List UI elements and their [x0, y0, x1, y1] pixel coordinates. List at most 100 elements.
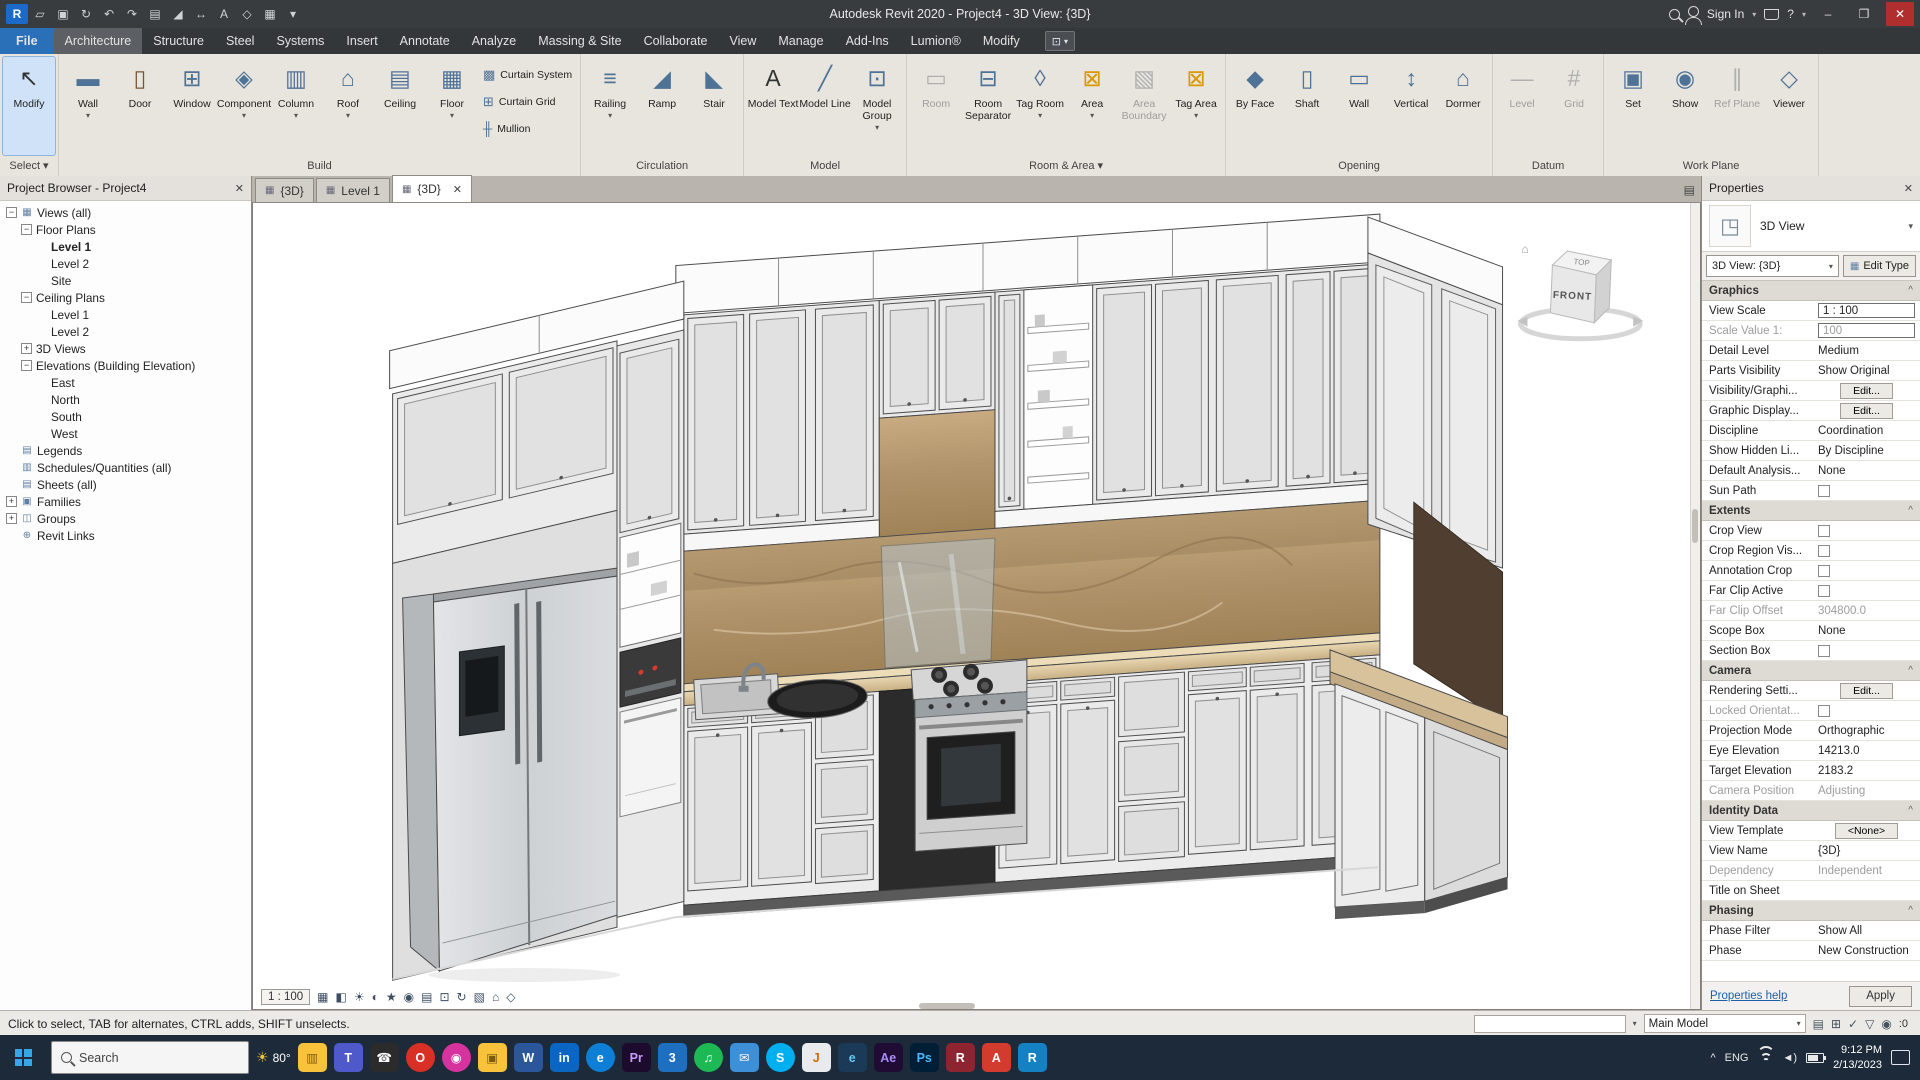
- door-button[interactable]: ▯ Door: [114, 57, 166, 155]
- ribbon-display-toggle[interactable]: ⊡ ▾: [1044, 31, 1075, 51]
- tree-expander-icon[interactable]: −: [21, 360, 32, 371]
- properties-close-icon[interactable]: ✕: [1904, 182, 1913, 195]
- action-center-icon[interactable]: [1891, 1050, 1910, 1065]
- view-control-icon-3[interactable]: ☀: [354, 990, 365, 1004]
- show-button[interactable]: ◉ Show: [1659, 57, 1711, 155]
- taskbar-app-word-viewer[interactable]: 3: [657, 1043, 687, 1072]
- view-cube[interactable]: TOP FRONT ⌂: [1517, 242, 1644, 342]
- undo-icon[interactable]: ↶: [98, 4, 120, 24]
- 3d-view-icon[interactable]: ◇: [236, 4, 258, 24]
- view-tab-level-1[interactable]: ▦ Level 1: [315, 178, 390, 202]
- worksets-field[interactable]: [1473, 1014, 1626, 1033]
- tab-view[interactable]: View: [719, 28, 768, 54]
- tab-annotate[interactable]: Annotate: [389, 28, 461, 54]
- room-button[interactable]: ▭ Room: [910, 57, 962, 155]
- tree-item-site[interactable]: Site: [0, 272, 251, 289]
- taskbar-app-after-effects[interactable]: Ae: [873, 1043, 903, 1072]
- status-icon-2[interactable]: ⊞: [1831, 1017, 1841, 1031]
- panel-label-datum[interactable]: Datum: [1493, 157, 1603, 176]
- kitchen-3d-model[interactable]: TOP FRONT ⌂: [253, 203, 1700, 1009]
- taskbar-app-folder[interactable]: ▣: [477, 1043, 507, 1072]
- tree-item-views-all-[interactable]: − ▦ Views (all): [0, 204, 251, 221]
- tree-item-east[interactable]: East: [0, 374, 251, 391]
- tag-room-button[interactable]: ◊ Tag Room ▾: [1014, 57, 1066, 155]
- taskbar-app-revit-app[interactable]: R: [1017, 1043, 1047, 1072]
- model-group-button[interactable]: ⊡ Model Group ▾: [851, 57, 903, 155]
- tree-item-revit-links[interactable]: ⊕ Revit Links: [0, 527, 251, 544]
- tab-collaborate[interactable]: Collaborate: [633, 28, 719, 54]
- taskbar-weather[interactable]: ☀ 80°: [256, 1049, 291, 1066]
- tab-architecture[interactable]: Architecture: [53, 28, 143, 54]
- kitchen-main-wall[interactable]: [675, 213, 1381, 918]
- tab-insert[interactable]: Insert: [335, 28, 388, 54]
- taskbar-search-input[interactable]: Search: [51, 1041, 249, 1074]
- stair-button[interactable]: ◣ Stair: [688, 57, 740, 155]
- mullion-button[interactable]: ╫ Mullion: [478, 115, 577, 142]
- prop-value[interactable]: {3D}: [1818, 845, 1840, 857]
- checkbox[interactable]: [1818, 544, 1830, 557]
- view-tab--3d-[interactable]: ▦ {3D} ✕: [391, 175, 472, 202]
- vertical-button[interactable]: ↕ Vertical: [1385, 57, 1437, 155]
- apply-button[interactable]: Apply: [1849, 985, 1912, 1007]
- taskbar-app-opera[interactable]: O: [405, 1043, 435, 1072]
- tree-item-floor-plans[interactable]: − Floor Plans: [0, 221, 251, 238]
- view-control-icon-4[interactable]: ◐: [372, 990, 379, 1004]
- view-control-icon-6[interactable]: ◉: [404, 990, 414, 1004]
- tree-item-families[interactable]: + ▣ Families: [0, 493, 251, 510]
- tree-item-groups[interactable]: + ◫ Groups: [0, 510, 251, 527]
- volume-icon[interactable]: ◄): [1783, 1052, 1798, 1064]
- taskbar-app-r-app[interactable]: R: [945, 1043, 975, 1072]
- wifi-icon[interactable]: [1756, 1045, 1775, 1064]
- tree-item-north[interactable]: North: [0, 391, 251, 408]
- view-control-icon-1[interactable]: ▦: [317, 990, 328, 1004]
- under-counter-appliance[interactable]: [619, 697, 682, 818]
- panel-label-circulation[interactable]: Circulation: [581, 157, 743, 176]
- modify-button[interactable]: ↖ Modify: [2, 56, 56, 156]
- customize-qat-icon[interactable]: ▾: [282, 4, 304, 24]
- save-icon[interactable]: ▣: [52, 4, 74, 24]
- prop-value[interactable]: Independent: [1818, 865, 1882, 877]
- gas-range[interactable]: [910, 659, 1028, 852]
- tree-item-sheets-all-[interactable]: ▤ Sheets (all): [0, 476, 251, 493]
- taskbar-app-file-explorer[interactable]: ▥: [297, 1043, 327, 1072]
- help-icon[interactable]: ?: [1787, 7, 1794, 21]
- railing-button[interactable]: ≡ Railing ▾: [584, 57, 636, 155]
- section-header-identity-data[interactable]: Identity Data ^: [1702, 801, 1920, 821]
- by-face-button[interactable]: ◆ By Face: [1229, 57, 1281, 155]
- taskbar-app-teams[interactable]: T: [333, 1043, 363, 1072]
- user-icon[interactable]: [1684, 5, 1702, 25]
- ramp-button[interactable]: ◢ Ramp: [636, 57, 688, 155]
- open-shelves[interactable]: [1023, 284, 1094, 510]
- taskbar-app-photoshop[interactable]: Ps: [909, 1043, 939, 1072]
- section-header-extents[interactable]: Extents ^: [1702, 501, 1920, 521]
- tree-item-west[interactable]: West: [0, 425, 251, 442]
- restore-button[interactable]: ❐: [1850, 2, 1878, 26]
- revit-logo-icon[interactable]: R: [6, 4, 28, 24]
- view-control-icon-8[interactable]: ⊡: [439, 990, 449, 1004]
- taskbar-app-word[interactable]: W: [513, 1043, 543, 1072]
- app-store-icon[interactable]: [1764, 8, 1780, 20]
- prop-button[interactable]: Edit...: [1840, 402, 1893, 419]
- redo-icon[interactable]: ↷: [121, 4, 143, 24]
- aligned-dimension-icon[interactable]: ↔: [190, 4, 212, 24]
- prop-value[interactable]: New Construction: [1818, 945, 1909, 957]
- prop-value-input[interactable]: 1 : 100: [1818, 303, 1915, 318]
- shaft-button[interactable]: ▯ Shaft: [1281, 57, 1333, 155]
- wall-button[interactable]: ▭ Wall: [1333, 57, 1385, 155]
- tab-systems[interactable]: Systems: [265, 28, 335, 54]
- tab-structure[interactable]: Structure: [142, 28, 215, 54]
- taskbar-app-skype[interactable]: S: [765, 1043, 795, 1072]
- checkbox[interactable]: [1818, 584, 1830, 597]
- checkbox[interactable]: [1818, 644, 1830, 657]
- window-button[interactable]: ⊞ Window: [166, 57, 218, 155]
- language-indicator[interactable]: ENG: [1725, 1052, 1749, 1064]
- status-icon-3[interactable]: ✓: [1848, 1017, 1858, 1031]
- tab-steel[interactable]: Steel: [215, 28, 266, 54]
- tree-expander-icon[interactable]: −: [21, 224, 32, 235]
- curtain-grid-button[interactable]: ⊞ Curtain Grid: [478, 88, 577, 115]
- close-button[interactable]: ✕: [1886, 2, 1914, 26]
- prop-value[interactable]: By Discipline: [1818, 445, 1884, 457]
- prop-value[interactable]: None: [1818, 625, 1846, 637]
- tree-item-level-2[interactable]: Level 2: [0, 323, 251, 340]
- tab-lumion-[interactable]: Lumion®: [900, 28, 972, 54]
